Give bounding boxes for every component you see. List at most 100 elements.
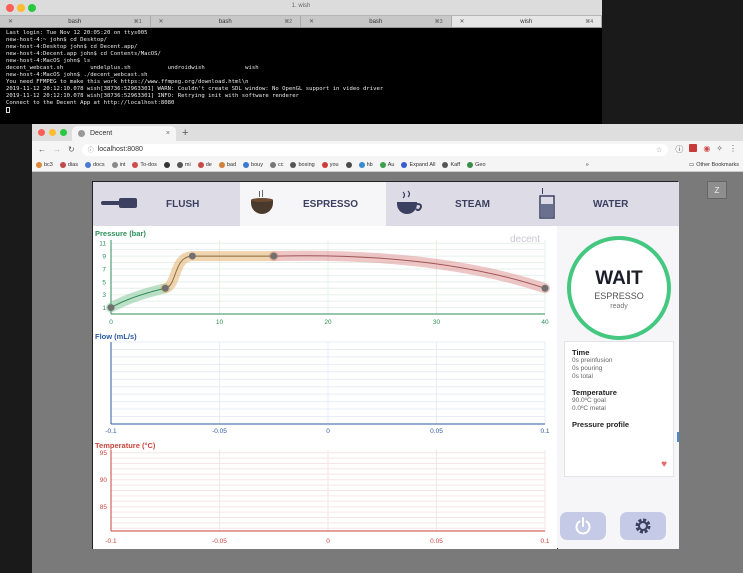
tab-flush[interactable]: FLUSH (93, 182, 239, 226)
terminal-output[interactable]: Last login: Tue Nov 12 20:05:20 on ttys0… (0, 28, 602, 117)
temperature-line: 90.0ºC goal (572, 397, 606, 404)
pressure-chart-title: Pressure (bar) (95, 229, 146, 238)
terminal-tab[interactable]: ✕ bash ⌘3 (301, 16, 452, 27)
tab-shortcut: ⌘4 (585, 18, 593, 25)
shot-charts: decentPressure (bar)13579110 10 20 30 40Flow… (95, 229, 550, 545)
bookmark-item[interactable]: hb (358, 161, 373, 168)
z-button[interactable]: Z (707, 181, 727, 199)
bookmark-item[interactable]: bc3 (36, 161, 53, 168)
menu-icon[interactable]: ⋮ (729, 144, 737, 155)
terminal-tab-active[interactable]: ✕ wish ⌘4 (451, 16, 602, 27)
bookmark-item[interactable]: int (111, 161, 125, 168)
bookmark-item[interactable]: docs (84, 161, 105, 168)
extension-icon[interactable] (689, 144, 698, 152)
address-text: localhost:8080 (97, 146, 143, 153)
bookmark-label: Geo (475, 161, 486, 168)
bookmark-item[interactable]: bad (218, 161, 236, 168)
close-icon[interactable]: ✕ (8, 18, 13, 25)
x-tick-label: 0.1 (540, 428, 549, 435)
bookmark-item[interactable]: Geo (467, 161, 486, 168)
bookmark-favicon-icon (176, 161, 183, 168)
reload-icon[interactable]: ↻ (68, 145, 75, 154)
bookmark-item[interactable] (345, 161, 352, 168)
forward-arrow-icon[interactable]: → (53, 145, 61, 154)
bookmark-label: To-dos (140, 161, 157, 168)
bookmark-item[interactable]: dias (59, 161, 78, 168)
close-window-button[interactable] (38, 129, 45, 136)
pocket-icon[interactable]: ◉ (703, 144, 710, 155)
close-icon[interactable]: ✕ (460, 18, 465, 25)
shot-info-card: Time 0s preinfusion 0s pouring 0s total … (564, 341, 674, 477)
bookmark-item[interactable]: Expand All (401, 161, 436, 168)
close-icon[interactable]: ✕ (159, 18, 164, 25)
y-tick-label: 3 (102, 292, 106, 299)
extensions-puzzle-icon[interactable]: ✧ (716, 144, 723, 155)
bookmark-item[interactable]: you (321, 161, 339, 168)
info-circle-icon[interactable]: ⓘ (675, 144, 683, 155)
bookmark-item[interactable]: To-dos (132, 161, 157, 168)
portafilter-icon (101, 198, 137, 208)
bookmark-label: Kaff (450, 161, 461, 168)
y-tick-label: 1 (102, 305, 106, 312)
terminal-window: 1. wish ✕ bash ⌘1 ✕ bash ⌘2 ✕ bash ⌘3 ✕ wish ⌘4 … (0, 0, 602, 124)
bookmark-favicon-icon (111, 161, 118, 168)
y-tick-label: 85 (100, 504, 108, 511)
zoom-window-button[interactable] (60, 129, 67, 136)
x-tick-label: -0.05 (212, 538, 227, 545)
terminal-titlebar: 1. wish (0, 0, 602, 16)
time-heading: Time (572, 348, 590, 357)
terminal-tabs: ✕ bash ⌘1 ✕ bash ⌘2 ✕ bash ⌘3 ✕ wish ⌘4 (0, 16, 602, 28)
bookmark-label: mi (184, 161, 191, 168)
tab-espresso[interactable]: ESPRESSO (240, 182, 386, 226)
profile-heading: Pressure profile (572, 420, 630, 429)
tab-water[interactable]: WATER (531, 182, 679, 226)
y-tick-label: 7 (102, 266, 106, 273)
terminal-line: new-host-4:MacOS john$ ls (6, 58, 91, 64)
bookmark-item[interactable] (163, 161, 170, 168)
bookmark-label: Expand All (409, 161, 436, 168)
tab-label: bash (369, 18, 383, 25)
extension-icons: ⓘ ◉ ✧ ⋮ (675, 144, 737, 155)
status-main: WAIT (595, 268, 643, 289)
terminal-title: 1. wish (291, 3, 311, 9)
power-button[interactable] (560, 512, 606, 540)
new-tab-button[interactable]: + (182, 127, 188, 139)
y-tick-label: 9 (102, 254, 106, 261)
bookmark-item[interactable]: Kaff (442, 161, 461, 168)
other-bookmarks-folder[interactable]: ▭ Other Bookmarks (689, 162, 739, 168)
tab-shortcut: ⌘3 (434, 18, 443, 25)
time-line: 0s preinfusion (572, 357, 613, 364)
info-icon[interactable]: ⓘ (88, 145, 94, 154)
minimize-window-button[interactable] (49, 129, 56, 136)
bookmark-item[interactable]: de (197, 161, 212, 168)
bookmark-label: you (329, 161, 339, 168)
back-arrow-icon[interactable]: ← (38, 145, 46, 154)
tab-steam[interactable]: STEAM (387, 182, 530, 226)
address-bar[interactable]: ⓘ localhost:8080 ☆ (81, 143, 669, 156)
close-tab-icon[interactable]: × (166, 130, 170, 137)
tab-shortcut: ⌘2 (284, 18, 292, 25)
profile-point (270, 252, 278, 260)
bookmark-item[interactable]: boxing (290, 161, 315, 168)
x-tick-label: -0.1 (105, 428, 117, 435)
star-icon[interactable]: ☆ (656, 146, 662, 154)
scroll-indicator[interactable] (677, 432, 679, 442)
heart-icon[interactable]: ♥ (661, 459, 667, 470)
bookmark-item[interactable]: bouy (243, 161, 263, 168)
terminal-line: decent_webcast.sh undelplus.sh undroidwi… (6, 65, 259, 71)
bookmark-item[interactable]: cc (269, 161, 283, 168)
tab-label: ESPRESSO (303, 198, 359, 210)
bookmark-label: dias (67, 161, 78, 168)
y-tick-label: 5 (102, 279, 106, 286)
terminal-tab[interactable]: ✕ bash ⌘1 (0, 16, 151, 27)
bookmark-item[interactable]: mi (176, 161, 191, 168)
browser-tab[interactable]: Decent × (72, 126, 176, 141)
close-icon[interactable]: ✕ (309, 18, 314, 25)
terminal-tab[interactable]: ✕ bash ⌘2 (151, 16, 301, 27)
profile-point (107, 304, 115, 312)
settings-button[interactable] (620, 512, 666, 540)
status-ring[interactable]: WAIT ESPRESSO ready (567, 236, 671, 340)
bookmark-item[interactable]: Au (379, 161, 394, 168)
terminal-cursor (6, 107, 10, 113)
more-bookmarks-button[interactable]: » (586, 162, 589, 168)
